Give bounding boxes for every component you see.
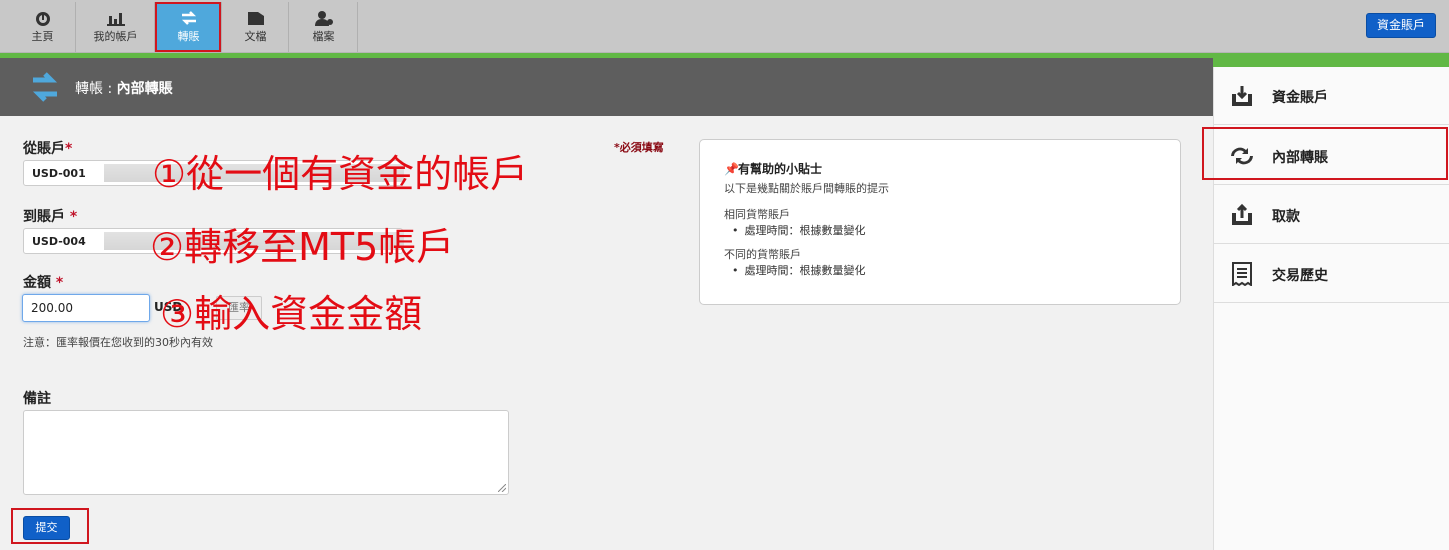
annotation-step-1: ①從一個有資金的帳戶 xyxy=(152,152,529,196)
annotation-step-3: ③輸入資金金額 xyxy=(160,292,423,336)
tips-title: 📌有幫助的小貼士 xyxy=(724,160,822,177)
tab-home-label: 主頁 xyxy=(31,30,54,43)
tab-my-accounts-label: 我的帳戶 xyxy=(93,30,138,43)
top-nav: 主頁 我的帳戶 轉賬 文檔 檔案 資金賬戶 xyxy=(0,0,1449,53)
breadcrumb: 轉帳 : 內部轉賬 xyxy=(75,78,173,98)
funding-account-button[interactable]: 資金賬戶 xyxy=(1366,13,1436,38)
folder-icon xyxy=(247,12,264,25)
required-star: * xyxy=(55,275,64,291)
resize-handle-icon[interactable] xyxy=(498,484,506,492)
remarks-label: 備註 xyxy=(23,391,51,407)
user-profile-icon xyxy=(314,11,333,26)
pin-icon: 📌 xyxy=(724,162,739,176)
tab-documents[interactable]: 文檔 xyxy=(223,2,289,52)
tab-home[interactable]: 主頁 xyxy=(10,2,76,52)
required-note: *必須填寫 xyxy=(614,141,664,154)
transfer-arrows-icon xyxy=(181,11,196,25)
breadcrumb-section[interactable]: 轉帳 xyxy=(75,81,103,97)
tips-title-text: 有幫助的小貼士 xyxy=(738,162,823,176)
history-icon xyxy=(1232,262,1252,286)
from-account-label: 從賬戶* xyxy=(23,138,72,158)
sidebar: 資金賬戶 內部轉賬 取款 交易歷史 xyxy=(1213,67,1449,550)
dashboard-icon xyxy=(35,12,50,26)
annotation-step-2: ②轉移至MT5帳戶 xyxy=(150,225,455,269)
amount-input[interactable]: 200.00 xyxy=(22,294,150,322)
sidebar-item-history[interactable]: 交易歷史 xyxy=(1214,245,1449,303)
sidebar-item-label: 交易歷史 xyxy=(1272,268,1328,284)
sidebar-green-strip xyxy=(1213,53,1449,67)
tab-documents-label: 文檔 xyxy=(244,30,267,43)
from-account-value: USD-001 xyxy=(32,167,86,180)
submit-button[interactable]: 提交 xyxy=(23,516,70,540)
page-header: 轉帳 : 內部轉賬 xyxy=(0,58,1213,116)
from-account-label-text: 從賬戶 xyxy=(23,141,65,157)
to-account-value: USD-004 xyxy=(32,235,86,248)
deposit-icon xyxy=(1232,86,1252,106)
page-title: 內部轉賬 xyxy=(116,81,173,97)
tips-panel: 📌有幫助的小貼士 以下是幾點關於賬戶間轉賬的提示 相同貨幣賬戶 處理時間：根據數… xyxy=(699,139,1181,305)
required-star: * xyxy=(65,141,73,157)
tips-intro: 以下是幾點關於賬戶間轉賬的提示 xyxy=(724,182,889,195)
tab-profile-label: 檔案 xyxy=(312,30,335,43)
amount-label: 金額 * xyxy=(23,272,63,292)
sidebar-item-label: 資金賬戶 xyxy=(1272,90,1328,106)
tab-transfer[interactable]: 轉賬 xyxy=(156,2,222,52)
amount-label-text: 金額 xyxy=(23,275,51,291)
tips-same-item: 處理時間：根據數量變化 xyxy=(732,222,866,238)
to-account-label: 到賬戶 * xyxy=(23,206,77,226)
sidebar-item-label: 取款 xyxy=(1272,209,1300,225)
internal-transfer-icon xyxy=(1231,147,1253,165)
tips-pointer xyxy=(1185,145,1197,169)
required-star: * xyxy=(69,209,78,225)
sidebar-item-internal-transfer[interactable]: 內部轉賬 xyxy=(1214,127,1449,185)
tips-same-currency: 相同貨幣賬戶 xyxy=(724,208,790,221)
remarks-textarea[interactable] xyxy=(23,410,509,495)
breadcrumb-separator: : xyxy=(103,81,117,97)
to-account-label-text: 到賬戶 xyxy=(23,209,65,225)
tab-my-accounts[interactable]: 我的帳戶 xyxy=(77,2,155,52)
withdraw-icon xyxy=(1232,203,1252,225)
tips-diff-currency: 不同的貨幣賬戶 xyxy=(724,248,801,261)
tips-diff-item: 處理時間：根據數量變化 xyxy=(732,262,866,278)
bar-chart-icon xyxy=(106,13,125,26)
sidebar-item-withdraw[interactable]: 取款 xyxy=(1214,186,1449,244)
sidebar-item-label: 內部轉賬 xyxy=(1272,150,1328,166)
transfer-header-icon xyxy=(32,72,58,102)
tab-transfer-label: 轉賬 xyxy=(177,30,200,43)
tab-profile[interactable]: 檔案 xyxy=(290,2,358,52)
sidebar-item-funding[interactable]: 資金賬戶 xyxy=(1214,67,1449,125)
